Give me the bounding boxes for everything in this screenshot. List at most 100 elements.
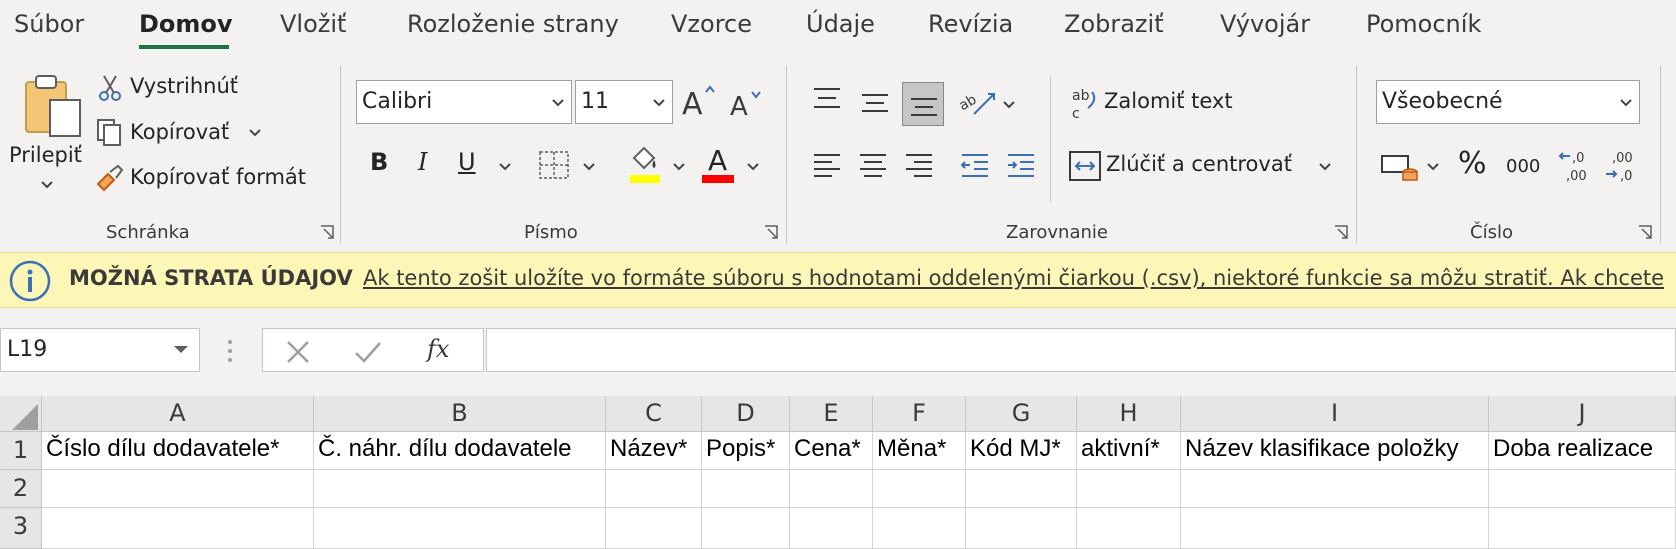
bold-button[interactable]: B (370, 148, 388, 176)
row-header-3[interactable]: 3 (0, 508, 42, 549)
enter-check-icon[interactable] (353, 339, 383, 365)
dialog-launcher-icon[interactable] (764, 225, 778, 239)
column-header-a[interactable]: A (42, 396, 314, 432)
cell-e3[interactable] (790, 508, 873, 549)
increase-decimal-icon[interactable]: ,0 ,00 (1558, 148, 1594, 184)
column-header-f[interactable]: F (873, 396, 966, 432)
tab-view[interactable]: Zobraziť (1064, 10, 1164, 38)
row-header-1[interactable]: 1 (0, 432, 42, 470)
cell-h3[interactable] (1077, 508, 1181, 549)
cell-d1[interactable]: Popis* (702, 432, 790, 470)
paste-icon[interactable] (20, 72, 86, 138)
accounting-format-icon[interactable] (1380, 152, 1420, 184)
tab-insert[interactable]: Vložiť (280, 10, 346, 38)
chevron-down-icon[interactable] (40, 180, 54, 190)
copy-button[interactable]: Kopírovať (130, 120, 229, 144)
cell-f2[interactable] (873, 470, 966, 508)
middle-align-icon[interactable] (858, 90, 892, 116)
cell-e1[interactable]: Cena* (790, 432, 873, 470)
chevron-down-icon[interactable] (672, 162, 686, 172)
font-name-select[interactable]: Calibri (356, 80, 572, 124)
cell-f3[interactable] (873, 508, 966, 549)
cell-c3[interactable] (606, 508, 702, 549)
cell-h2[interactable] (1077, 470, 1181, 508)
column-header-i[interactable]: I (1181, 396, 1489, 432)
font-size-select[interactable]: 11 (575, 80, 673, 124)
wrap-text-button[interactable]: Zalomiť text (1104, 89, 1233, 113)
cell-g3[interactable] (966, 508, 1077, 549)
chevron-down-icon[interactable] (248, 128, 262, 138)
column-header-b[interactable]: B (314, 396, 606, 432)
tab-page-layout[interactable]: Rozloženie strany (407, 10, 619, 38)
dialog-launcher-icon[interactable] (1638, 225, 1652, 239)
cell-b1[interactable]: Č. náhr. dílu dodavatele (314, 432, 606, 470)
cell-i3[interactable] (1181, 508, 1489, 549)
cell-d3[interactable] (702, 508, 790, 549)
merge-center-button[interactable]: Zlúčiť a centrovať (1106, 152, 1292, 176)
infobar-message-link[interactable]: Ak tento zošit uložíte vo formáte súboru… (363, 266, 1664, 290)
name-box[interactable]: L19 (0, 328, 200, 372)
comma-style-button[interactable]: 000 (1506, 156, 1540, 177)
top-align-icon[interactable] (810, 86, 844, 112)
column-header-c[interactable]: C (606, 396, 702, 432)
align-center-icon[interactable] (856, 152, 890, 180)
resize-handle-icon[interactable] (226, 338, 234, 364)
cut-button[interactable]: Vystrihnúť (130, 74, 238, 98)
italic-button[interactable]: I (418, 148, 427, 176)
cell-g1[interactable]: Kód MJ* (966, 432, 1077, 470)
column-header-d[interactable]: D (702, 396, 790, 432)
column-header-e[interactable]: E (790, 396, 873, 432)
cell-i1[interactable]: Název klasifikace položky (1181, 432, 1489, 470)
cell-e2[interactable] (790, 470, 873, 508)
percent-button[interactable]: % (1458, 146, 1487, 181)
borders-icon[interactable] (538, 150, 570, 180)
column-header-h[interactable]: H (1077, 396, 1181, 432)
tab-data[interactable]: Údaje (806, 10, 875, 38)
font-color-button[interactable]: A (708, 144, 727, 177)
cell-j3[interactable] (1489, 508, 1676, 549)
orientation-icon[interactable]: ab (960, 84, 1000, 118)
cell-b3[interactable] (314, 508, 606, 549)
format-painter-button[interactable]: Kopírovať formát (130, 165, 306, 189)
bottom-align-button[interactable] (902, 82, 944, 126)
align-right-icon[interactable] (902, 152, 936, 180)
cell-i2[interactable] (1181, 470, 1489, 508)
cell-h1[interactable]: aktivní* (1077, 432, 1181, 470)
chevron-down-icon[interactable] (1426, 162, 1440, 172)
cell-b2[interactable] (314, 470, 606, 508)
cell-g2[interactable] (966, 470, 1077, 508)
chevron-down-icon[interactable] (746, 162, 760, 172)
tab-help[interactable]: Pomocník (1366, 10, 1481, 38)
cell-a2[interactable] (42, 470, 314, 508)
tab-developer[interactable]: Vývojár (1220, 10, 1310, 38)
chevron-down-icon[interactable] (1318, 162, 1332, 172)
dialog-launcher-icon[interactable] (320, 225, 334, 239)
cell-a1[interactable]: Číslo dílu dodavatele* (42, 432, 314, 470)
chevron-down-icon[interactable] (582, 162, 596, 172)
increase-indent-icon[interactable] (1004, 152, 1038, 180)
decrease-font-size-icon[interactable]: A (730, 88, 764, 118)
increase-font-size-icon[interactable]: A (682, 84, 718, 118)
cell-j2[interactable] (1489, 470, 1676, 508)
cell-c2[interactable] (606, 470, 702, 508)
tab-file[interactable]: Súbor (14, 10, 84, 38)
decrease-indent-icon[interactable] (958, 152, 992, 180)
fill-color-icon[interactable] (626, 144, 662, 184)
cell-c1[interactable]: Název* (606, 432, 702, 470)
tab-formulas[interactable]: Vzorce (671, 10, 752, 38)
underline-button[interactable]: U (458, 148, 476, 176)
column-header-j[interactable]: J (1489, 396, 1676, 432)
number-format-select[interactable]: Všeobecné (1376, 80, 1640, 124)
tab-review[interactable]: Revízia (928, 10, 1013, 38)
insert-function-button[interactable]: fx (427, 335, 449, 363)
cell-j1[interactable]: Doba realizace (1489, 432, 1676, 470)
cell-f1[interactable]: Měna* (873, 432, 966, 470)
column-header-g[interactable]: G (966, 396, 1077, 432)
paste-button[interactable]: Prilepiť (9, 143, 82, 167)
formula-input[interactable] (486, 328, 1676, 372)
cell-a3[interactable] (42, 508, 314, 549)
chevron-down-icon[interactable] (498, 162, 512, 172)
row-header-2[interactable]: 2 (0, 470, 42, 508)
cancel-icon[interactable] (285, 339, 311, 365)
select-all-button[interactable] (0, 396, 42, 432)
